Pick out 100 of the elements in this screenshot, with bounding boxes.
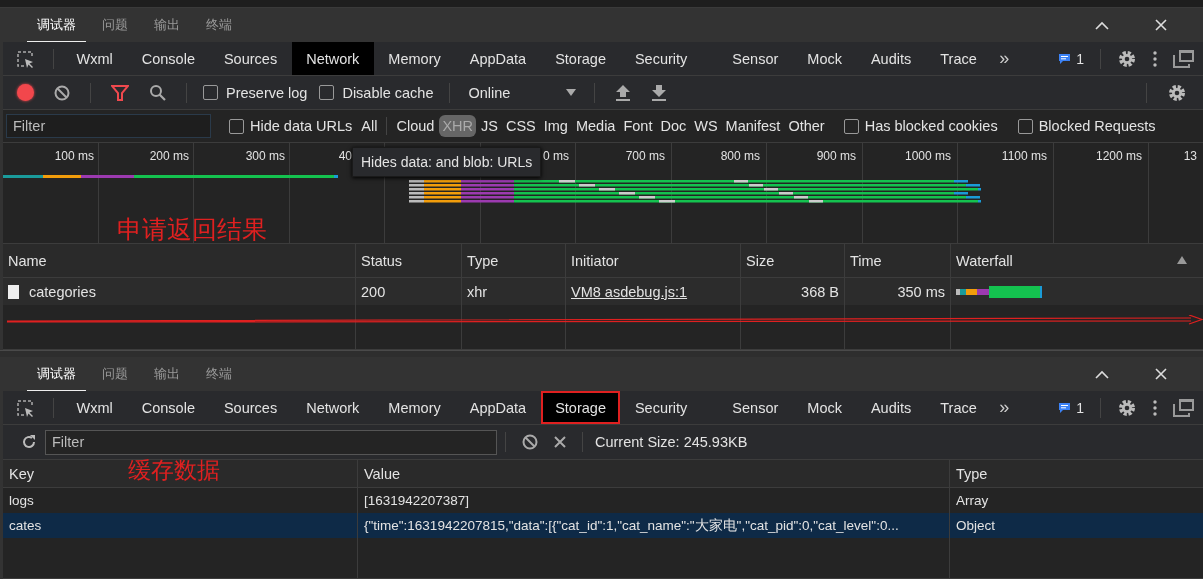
drawer-tab[interactable]: 终端 — [196, 8, 242, 42]
filter-field[interactable]: Filter — [45, 429, 497, 455]
panel-tab[interactable]: Sources — [209, 391, 292, 424]
panel-tab[interactable]: Memory — [373, 42, 456, 75]
panel-tab[interactable]: Console — [127, 391, 210, 424]
search-icon[interactable] — [149, 84, 166, 101]
panel-tab[interactable]: Audits — [856, 42, 926, 75]
checkbox[interactable] — [319, 85, 335, 100]
column-header[interactable]: Type — [956, 465, 988, 482]
table-cell: logs — [9, 493, 34, 508]
panel-tab[interactable]: Storage — [540, 42, 621, 75]
time-tick-label: 1000 ms — [904, 149, 951, 163]
panel-tab[interactable]: Mock — [792, 42, 857, 75]
settings-icon[interactable] — [1117, 48, 1137, 69]
sort-icon[interactable] — [1177, 256, 1187, 264]
chevron-up-icon[interactable] — [1095, 369, 1109, 379]
filter-field[interactable]: Filter — [6, 114, 211, 138]
messages-button[interactable]: 1 — [1050, 50, 1092, 67]
panel-tab[interactable]: Audits — [856, 391, 926, 424]
upload-icon[interactable] — [615, 83, 632, 102]
panel-tab[interactable]: Memory — [373, 391, 456, 424]
column-header[interactable]: Key — [9, 465, 34, 482]
initiator-link[interactable]: VM8 asdebug.js:1 — [571, 283, 688, 300]
more-tabs-button[interactable]: » — [991, 48, 1018, 69]
checkbox-label: Hide data URLs — [250, 118, 353, 134]
filter-icon[interactable] — [111, 84, 129, 101]
throttling-dropdown[interactable]: Online — [462, 84, 583, 101]
column-header[interactable]: Size — [741, 244, 845, 277]
refresh-icon[interactable] — [21, 434, 37, 450]
panel-tab[interactable]: Sensor — [717, 42, 793, 75]
panel-tab[interactable]: Trace — [925, 391, 992, 424]
panel-tab[interactable]: AppData — [455, 391, 541, 424]
messages-button[interactable]: 1 — [1050, 399, 1092, 416]
type-filter-button[interactable]: All — [358, 115, 381, 137]
dock-icon[interactable] — [1173, 398, 1195, 417]
panel-tab[interactable]: Security — [620, 391, 702, 424]
more-menu-icon[interactable] — [1153, 399, 1157, 416]
type-filter-button[interactable]: Media — [572, 115, 619, 137]
checkbox-label: Has blocked cookies — [864, 118, 998, 134]
column-header[interactable]: Status — [356, 244, 462, 277]
clear-icon[interactable] — [522, 434, 538, 450]
type-filter-button[interactable]: Other — [785, 115, 828, 137]
record-button[interactable] — [17, 84, 34, 101]
table-cell: 200 — [361, 283, 386, 300]
inspect-icon[interactable] — [15, 48, 35, 69]
type-filter-button[interactable]: Font — [620, 115, 656, 137]
close-icon[interactable] — [1155, 19, 1167, 31]
download-icon[interactable] — [651, 83, 668, 102]
settings-icon[interactable] — [1167, 82, 1187, 103]
checkbox[interactable] — [1017, 118, 1033, 134]
time-tick-label: 40 — [338, 149, 352, 163]
inspect-icon[interactable] — [15, 397, 35, 418]
panel-tab[interactable]: Network — [291, 391, 374, 424]
column-header[interactable]: Waterfall — [951, 244, 1203, 277]
panel-tab[interactable]: Console — [127, 42, 210, 75]
panel-tab[interactable]: Trace — [925, 42, 992, 75]
checkbox[interactable] — [843, 118, 859, 134]
column-header[interactable]: Name — [3, 244, 356, 277]
type-filter-button[interactable]: CSS — [502, 115, 539, 137]
drawer-tab[interactable]: 输出 — [144, 357, 190, 391]
time-tick-label: 1200 ms — [1095, 149, 1142, 163]
tooltip: Hides data: and blob: URLs — [352, 147, 542, 177]
type-filter-button[interactable]: JS — [478, 115, 501, 137]
panel-tab[interactable]: Sources — [209, 42, 292, 75]
type-filter-button[interactable]: Doc — [657, 115, 690, 137]
dock-icon[interactable] — [1173, 49, 1195, 68]
column-header[interactable]: Value — [364, 465, 400, 482]
checkbox[interactable] — [203, 85, 218, 100]
settings-icon[interactable] — [1117, 397, 1137, 418]
panel-tab[interactable]: AppData — [455, 42, 541, 75]
more-tabs-button[interactable]: » — [991, 397, 1018, 418]
more-menu-icon[interactable] — [1153, 50, 1157, 67]
time-tick-label: 700 ms — [625, 149, 665, 163]
drawer-tab[interactable]: 问题 — [92, 8, 138, 42]
type-filter-button[interactable]: Img — [540, 115, 571, 137]
panel-tab[interactable]: Sensor — [717, 391, 793, 424]
column-header[interactable]: Time — [845, 244, 951, 277]
panel-tab[interactable]: Mock — [792, 391, 857, 424]
annotation-text: 缓存数据 — [128, 456, 220, 485]
panel-tab[interactable]: Storage — [540, 391, 621, 424]
time-tick-label: 0 ms — [543, 149, 569, 163]
drawer-tab[interactable]: 输出 — [144, 8, 190, 42]
panel-tab[interactable]: Wxml — [62, 42, 128, 75]
panel-tab[interactable]: Security — [620, 42, 702, 75]
panel-tab[interactable]: Network — [291, 42, 374, 75]
type-filter-button[interactable]: Manifest — [722, 115, 784, 137]
request-name[interactable]: categories — [29, 283, 96, 300]
column-header[interactable]: Initiator — [566, 244, 741, 277]
close-icon[interactable] — [1155, 368, 1167, 380]
checkbox[interactable] — [229, 118, 244, 134]
drawer-tab[interactable]: 问题 — [92, 357, 138, 391]
delete-icon[interactable] — [554, 436, 566, 448]
storage-row[interactable]: cates {"time":1631942207815,"data":[{"cat_id":1,"cat_name":"大家电","cat_pid":0,"cat_level":0... Object — [3, 513, 1203, 538]
type-filter-button[interactable]: WS — [691, 115, 721, 137]
clear-icon[interactable] — [54, 84, 70, 101]
panel-tab[interactable]: Wxml — [62, 391, 128, 424]
column-header[interactable]: Type — [462, 244, 566, 277]
type-filter-button[interactable]: Cloud — [393, 115, 438, 137]
drawer-tab[interactable]: 终端 — [196, 357, 242, 391]
chevron-up-icon[interactable] — [1095, 20, 1109, 30]
